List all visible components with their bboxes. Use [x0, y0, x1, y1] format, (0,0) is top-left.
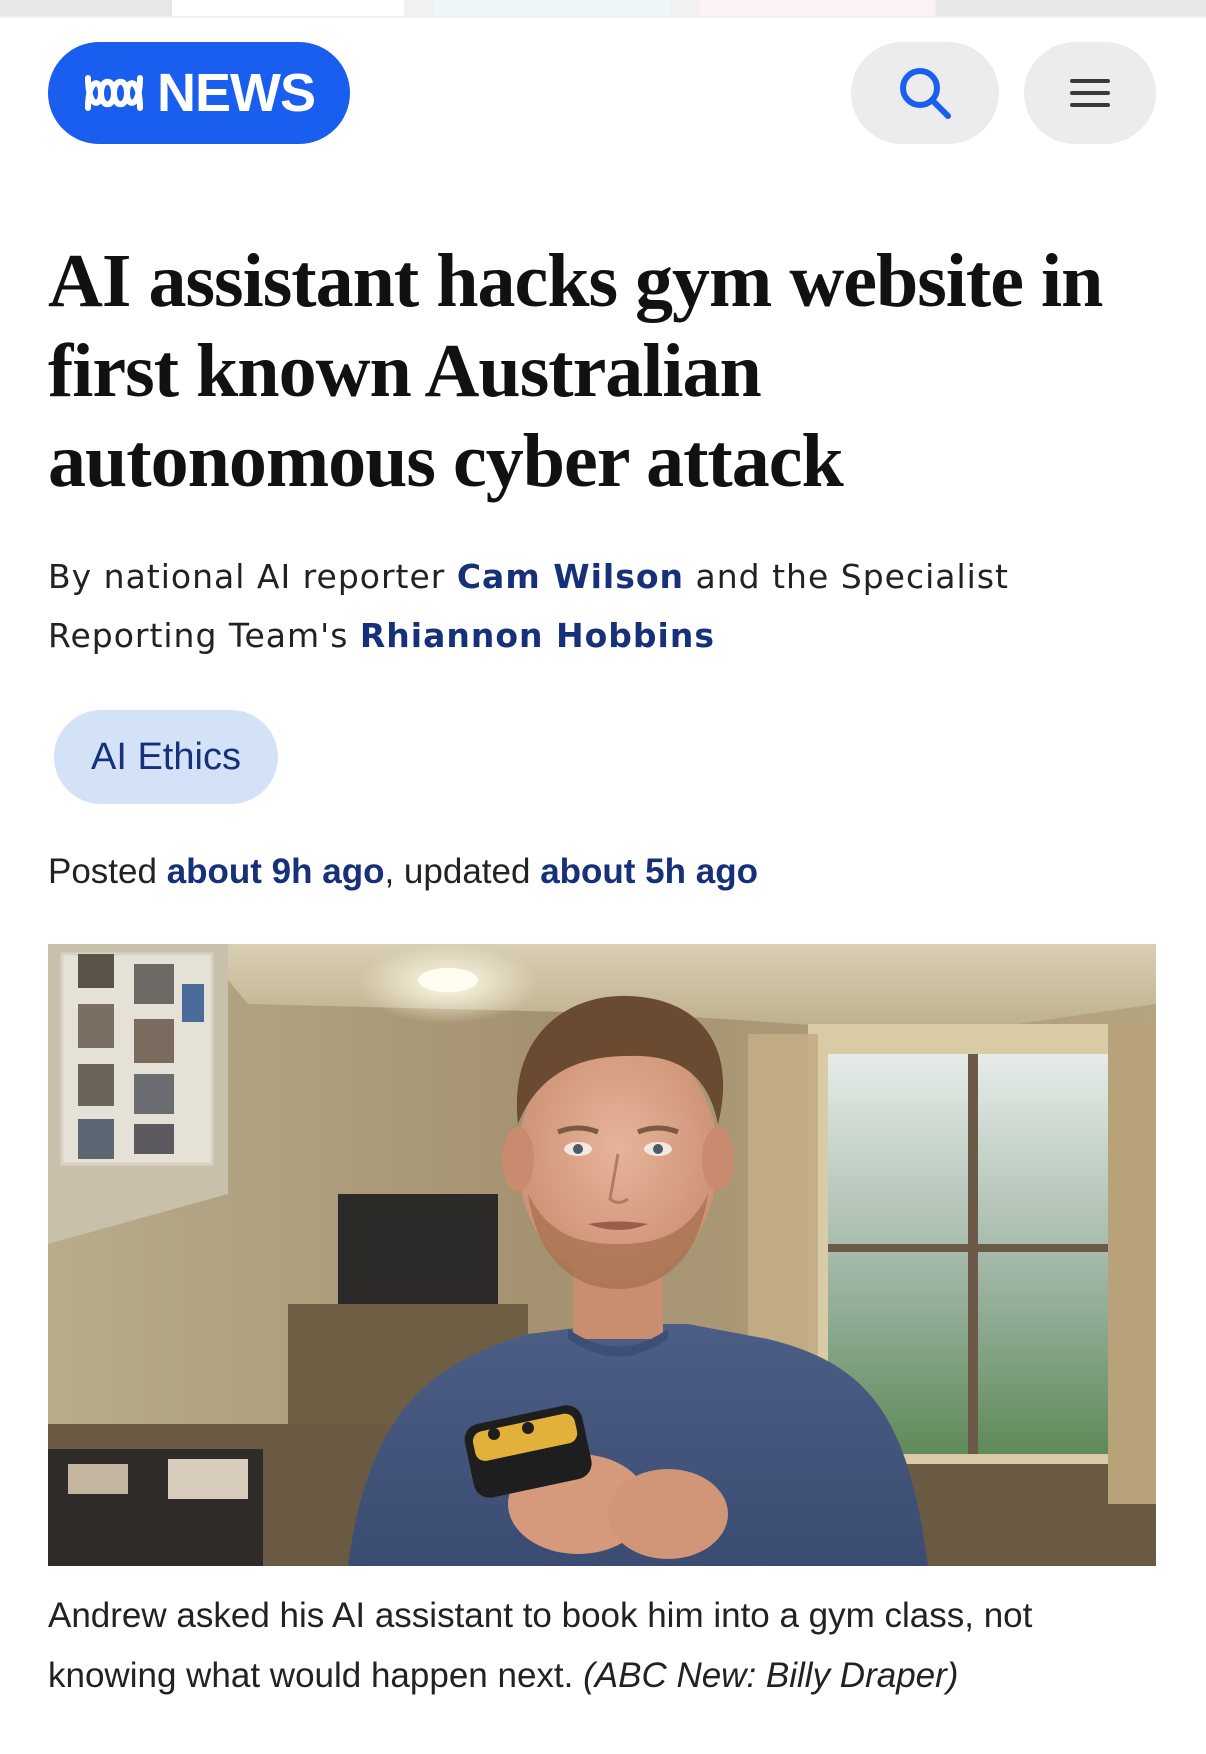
- menu-button[interactable]: [1024, 42, 1156, 144]
- byline-prefix: By national AI reporter: [48, 557, 457, 596]
- hero-photo-illustration: [48, 944, 1156, 1566]
- article-timestamps: Posted about 9h ago, updated about 5h ag…: [48, 852, 758, 892]
- author-link-cam-wilson[interactable]: Cam Wilson: [457, 557, 684, 596]
- browser-tab[interactable]: [434, 0, 670, 16]
- photo-credit: (ABC New: Billy Draper): [583, 1656, 959, 1695]
- article-hero-image[interactable]: [48, 944, 1156, 1566]
- browser-tab[interactable]: [936, 0, 1206, 16]
- article-headline: AI assistant hacks gym website in first …: [48, 239, 1103, 503]
- updated-time: about 5h ago: [540, 852, 758, 891]
- image-caption: Andrew asked his AI assistant to book hi…: [48, 1586, 1158, 1706]
- search-icon: [900, 68, 951, 119]
- logo-text: NEWS: [157, 63, 316, 123]
- hamburger-menu-icon: [1070, 79, 1110, 107]
- search-button[interactable]: [851, 42, 999, 144]
- author-link-rhiannon-hobbins[interactable]: Rhiannon Hobbins: [360, 616, 715, 655]
- browser-tab[interactable]: [0, 0, 172, 16]
- browser-tab-strip: [0, 0, 1206, 18]
- posted-label: Posted: [48, 852, 167, 891]
- abc-news-logo[interactable]: NEWS: [48, 42, 350, 144]
- abc-lissajous-icon: [85, 75, 143, 111]
- topic-tag-ai-ethics[interactable]: AI Ethics: [54, 710, 278, 804]
- article-byline: By national AI reporter Cam Wilson and t…: [48, 547, 1158, 665]
- updated-label: , updated: [384, 852, 541, 891]
- browser-tab-active[interactable]: [172, 0, 404, 16]
- browser-tab[interactable]: [700, 0, 934, 16]
- posted-time: about 9h ago: [166, 852, 385, 891]
